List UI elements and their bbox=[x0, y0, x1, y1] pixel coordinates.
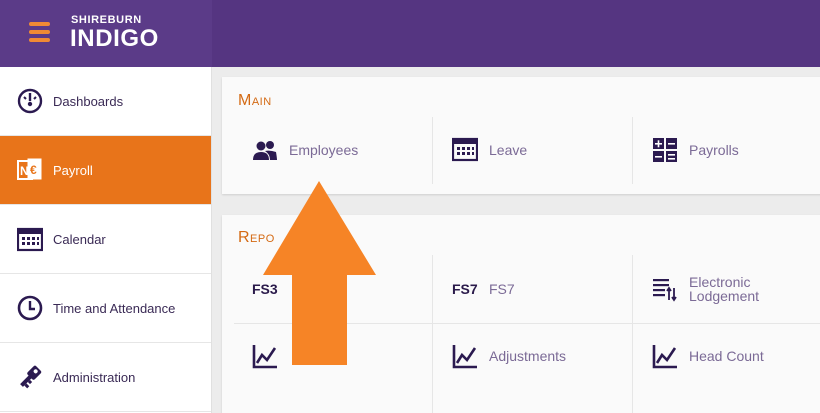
sidebar-item-label: Administration bbox=[53, 370, 136, 385]
sidebar-item-payroll[interactable]: N € Payroll bbox=[0, 136, 211, 205]
sidebar-item-administration[interactable]: Administration bbox=[0, 343, 211, 412]
clock-icon bbox=[17, 295, 43, 321]
tile-payrolls[interactable]: Payrolls bbox=[622, 117, 820, 185]
main-section-card: Main Employees Leave Payrolls bbox=[222, 77, 820, 194]
sidebar-item-label: Time and Attendance bbox=[53, 301, 176, 316]
sidebar-item-label: Calendar bbox=[53, 232, 106, 247]
hamburger-menu-icon[interactable] bbox=[29, 22, 50, 42]
dashboard-gauge-icon bbox=[17, 88, 43, 114]
tile-label: FS7 bbox=[489, 281, 515, 297]
sort-list-icon bbox=[653, 279, 677, 302]
tile-head-count[interactable]: Head Count bbox=[622, 323, 820, 391]
tile-label: Adjustments bbox=[489, 348, 567, 364]
tile-label: Electronic Lodgement bbox=[689, 275, 759, 303]
line-chart-icon bbox=[452, 345, 477, 369]
brand-area: SHIREBURN INDIGO bbox=[0, 0, 212, 67]
sidebar-item-calendar[interactable]: Calendar bbox=[0, 205, 211, 274]
payroll-euro-icon: N € bbox=[17, 158, 42, 180]
svg-text:€: € bbox=[30, 163, 37, 177]
tile-electronic-lodgement[interactable]: Electronic Lodgement bbox=[622, 255, 820, 323]
tile-label: Payrolls bbox=[689, 142, 739, 158]
highlight-up-arrow-icon bbox=[263, 181, 376, 365]
calendar-icon bbox=[452, 137, 478, 162]
tile-label: Head Count bbox=[689, 348, 764, 364]
logo-product-text: INDIGO bbox=[70, 25, 159, 52]
sidebar: Dashboards N € Payroll Calendar Time and… bbox=[0, 67, 212, 413]
employees-icon bbox=[253, 141, 277, 160]
tile-fs7[interactable]: FS7 FS7 bbox=[422, 255, 622, 323]
key-icon bbox=[20, 365, 42, 389]
tile-employees[interactable]: Employees bbox=[222, 117, 422, 185]
tile-label: Employees bbox=[289, 142, 359, 158]
sidebar-item-label: Dashboards bbox=[53, 94, 124, 109]
tile-leave[interactable]: Leave bbox=[422, 117, 622, 185]
sidebar-item-time-and-attendance[interactable]: Time and Attendance bbox=[0, 274, 211, 343]
svg-text:N: N bbox=[20, 164, 29, 178]
calendar-icon bbox=[17, 227, 43, 252]
sidebar-item-label: Payroll bbox=[53, 163, 93, 178]
tile-label-line2: Lodgement bbox=[689, 288, 760, 304]
tile-code: FS7 bbox=[452, 281, 478, 297]
sidebar-item-dashboards[interactable]: Dashboards bbox=[0, 67, 211, 136]
tile-label: Leave bbox=[489, 142, 528, 158]
tile-adjustments[interactable]: Adjustments bbox=[422, 323, 622, 391]
main-section-title: Main bbox=[238, 92, 272, 109]
line-chart-icon bbox=[652, 345, 677, 369]
calculator-icon bbox=[653, 138, 677, 162]
